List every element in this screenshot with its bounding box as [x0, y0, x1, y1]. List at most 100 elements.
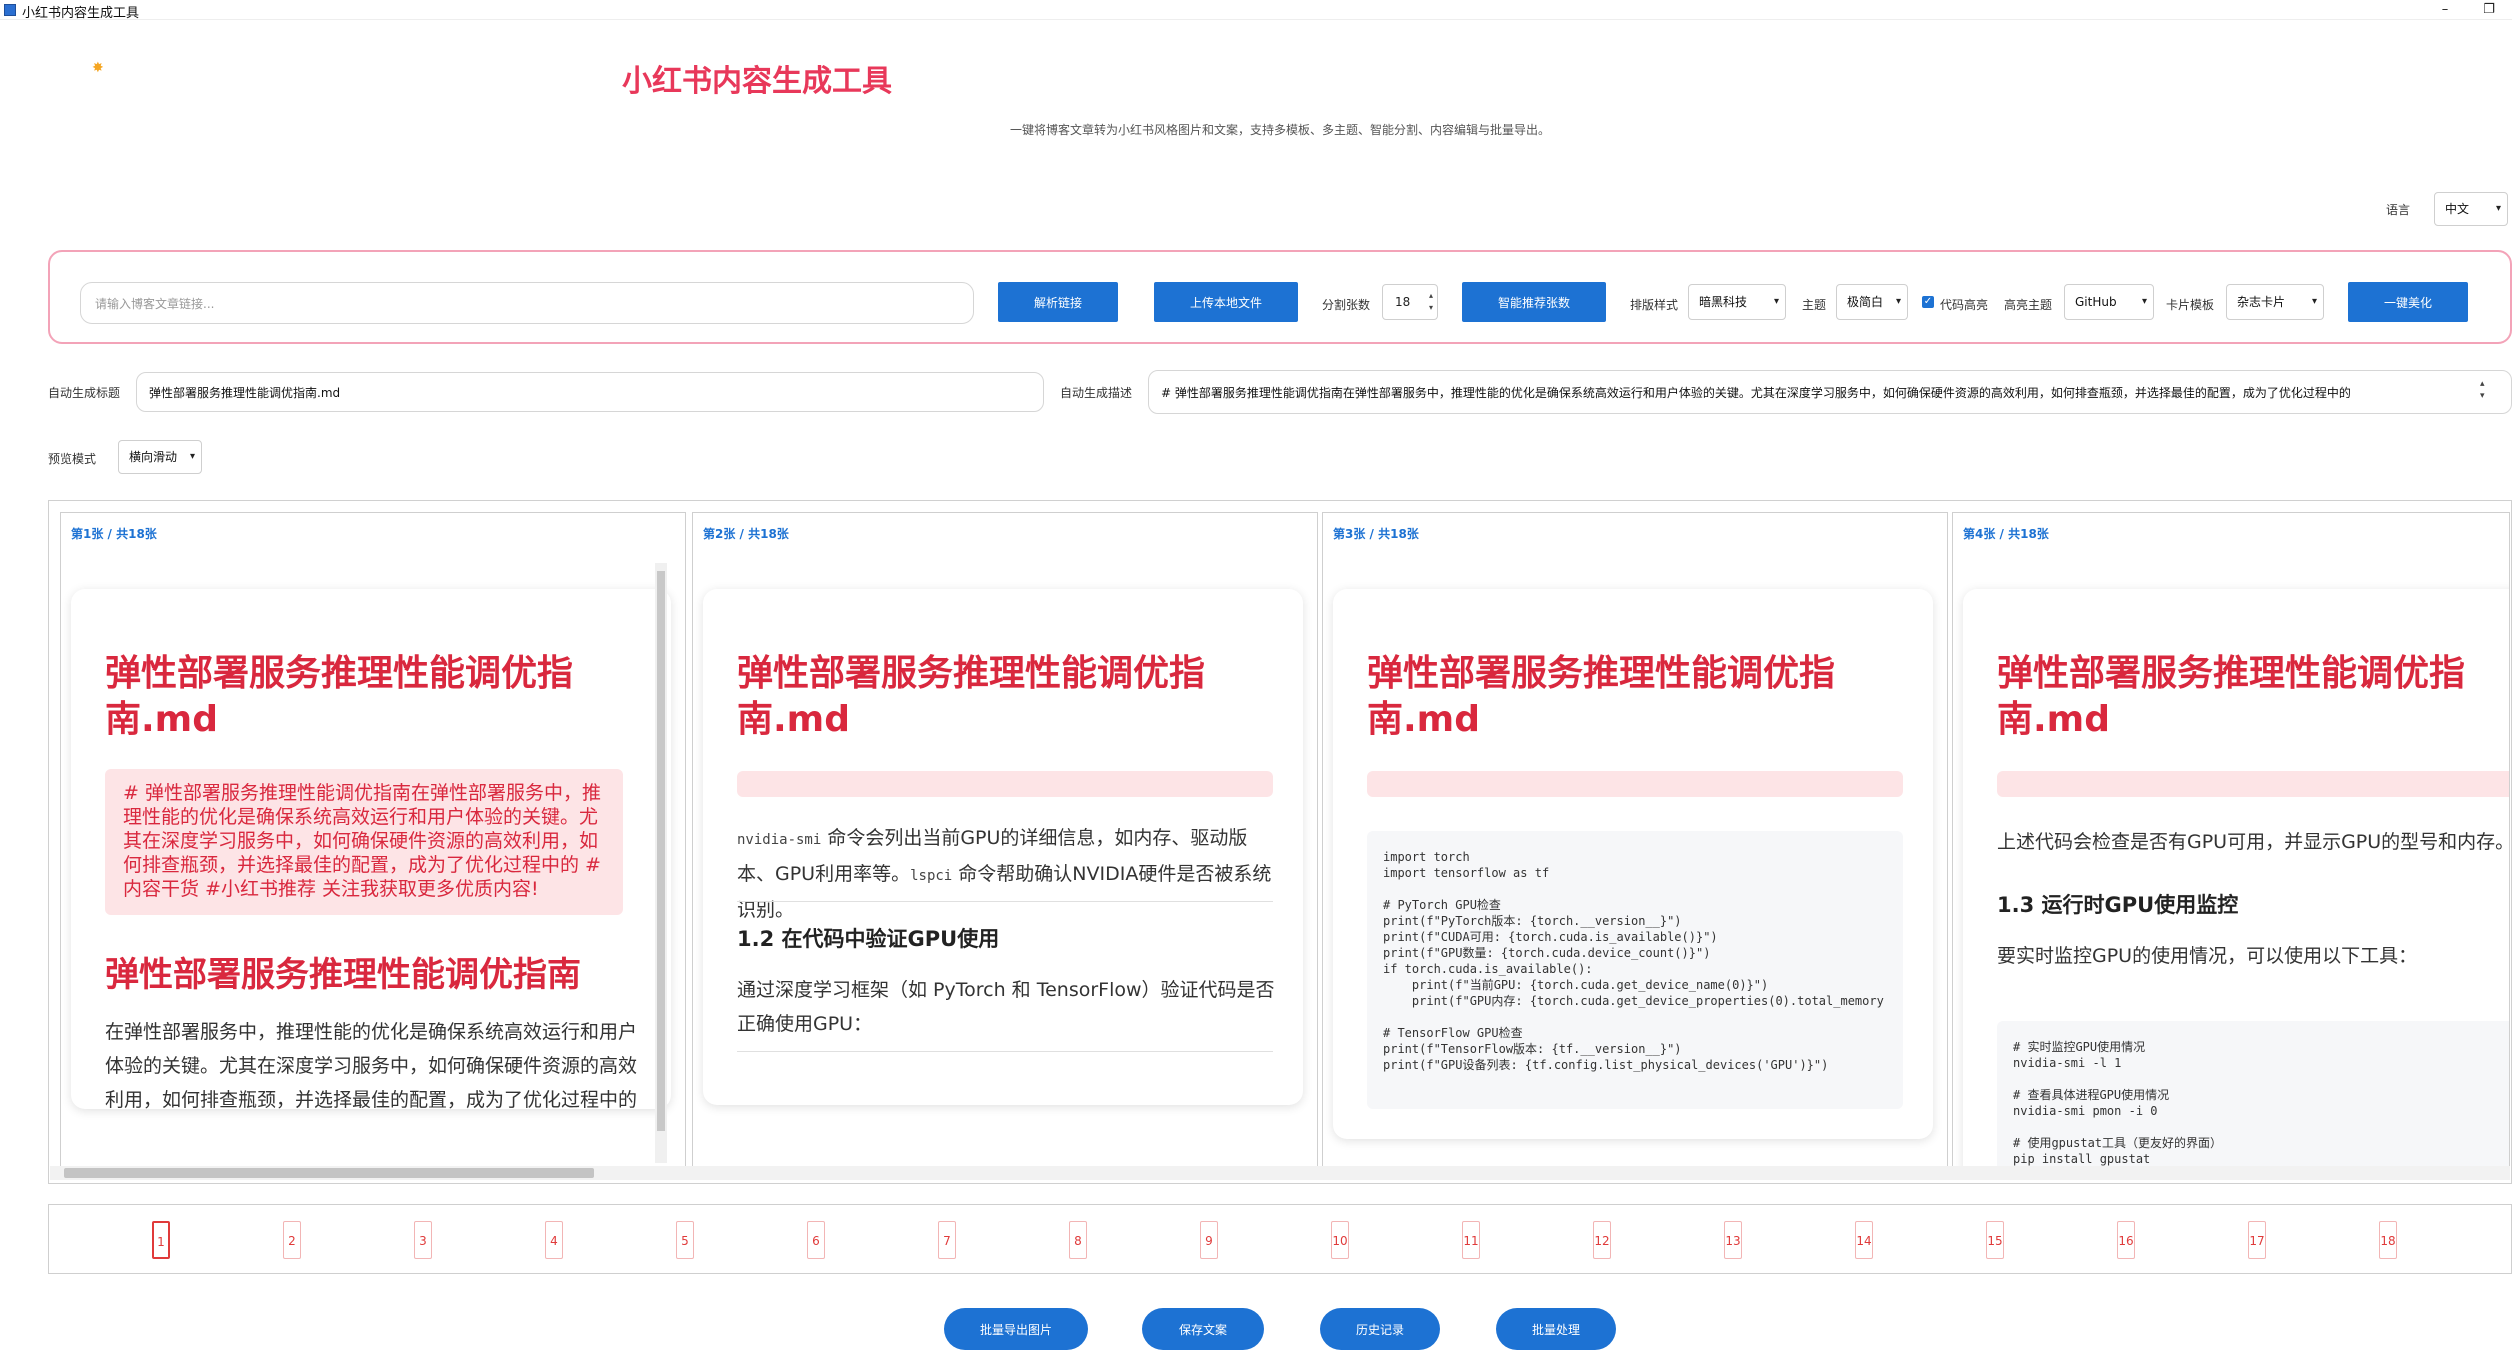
app-title: 小红书内容生成工具: [622, 64, 892, 99]
page-button-6[interactable]: 6: [807, 1221, 825, 1259]
language-value: 中文: [2445, 202, 2470, 216]
horizontal-scrollbar[interactable]: [50, 1166, 2510, 1180]
page-button-5[interactable]: 5: [676, 1221, 694, 1259]
code-highlight-checkbox[interactable]: ✓: [1922, 296, 1934, 308]
auto-title-value: 弹性部署服务推理性能调优指南.md: [149, 385, 341, 400]
preview-mode-label: 预览模式: [48, 452, 97, 466]
auto-desc-field[interactable]: # 弹性部署服务推理性能调优指南在弹性部署服务中，推理性能的优化是确保系统高效运…: [1148, 370, 2512, 414]
theme-value: 极简白: [1847, 295, 1884, 309]
card-heading: 弹性部署服务推理性能调优指南: [105, 955, 581, 995]
card-subheading: 1.3 运行时GPU使用监控: [1997, 893, 2239, 917]
window-titlebar: [0, 0, 2512, 20]
card-template-select[interactable]: 杂志卡片 ▾: [2226, 284, 2324, 320]
card-template-value: 杂志卡片: [2237, 295, 2286, 309]
preview-mode-select[interactable]: 横向滑动 ▾: [118, 440, 202, 474]
xhs-card: 弹性部署服务推理性能调优指南.md # 弹性部署服务推理性能调优指南在弹性部署服…: [71, 589, 671, 1109]
card-title: 弹性部署服务推理性能调优指南.md: [105, 653, 574, 740]
window-title: 小红书内容生成工具: [22, 6, 140, 21]
card-paragraph: nvidia-smi 命令会列出当前GPU的详细信息，如内存、驱动版本、GPU利…: [737, 821, 1277, 927]
language-label: 语言: [2386, 203, 2411, 217]
panel-index-label: 第4张 / 共18张: [1963, 527, 2049, 541]
language-select[interactable]: 中文 ▾: [2434, 192, 2508, 226]
preview-panel-3[interactable]: 第3张 / 共18张 弹性部署服务推理性能调优指南.md import torc…: [1322, 512, 1948, 1167]
panel-index-label: 第3张 / 共18张: [1333, 527, 1419, 541]
page-button-13[interactable]: 13: [1724, 1221, 1742, 1259]
panel-index-label: 第1张 / 共18张: [71, 527, 157, 541]
page-button-1[interactable]: 1: [152, 1221, 170, 1259]
card-quote-bar: [1367, 771, 1903, 797]
highlight-theme-select[interactable]: GitHub ▾: [2064, 284, 2154, 320]
page-button-3[interactable]: 3: [414, 1221, 432, 1259]
xhs-card: 弹性部署服务推理性能调优指南.md 上述代码会检查是否有GPU可用，并显示GPU…: [1963, 589, 2509, 1166]
auto-desc-value: # 弹性部署服务推理性能调优指南在弹性部署服务中，推理性能的优化是确保系统高效运…: [1161, 385, 2351, 400]
card-title: 弹性部署服务推理性能调优指南.md: [1367, 653, 1836, 740]
page-button-4[interactable]: 4: [545, 1221, 563, 1259]
preview-panel-1[interactable]: 第1张 / 共18张 弹性部署服务推理性能调优指南.md # 弹性部署服务推理性…: [60, 512, 686, 1167]
highlight-theme-label: 高亮主题: [2004, 298, 2053, 312]
url-placeholder: 请输入博客文章链接...: [95, 296, 215, 311]
page-button-17[interactable]: 17: [2248, 1221, 2266, 1259]
history-button[interactable]: 历史记录: [1320, 1308, 1440, 1350]
stepper-up-icon[interactable]: ▴: [1429, 291, 1433, 301]
beautify-button[interactable]: 一键美化: [2348, 282, 2468, 322]
xhs-card: 弹性部署服务推理性能调优指南.md import torch import te…: [1333, 589, 1933, 1139]
page-button-7[interactable]: 7: [938, 1221, 956, 1259]
page-button-16[interactable]: 16: [2117, 1221, 2135, 1259]
page-button-15[interactable]: 15: [1986, 1221, 2004, 1259]
card-quote-bar: [737, 771, 1273, 797]
layout-style-label: 排版样式: [1630, 298, 1679, 312]
auto-title-field[interactable]: 弹性部署服务推理性能调优指南.md: [136, 372, 1044, 412]
page-button-11[interactable]: 11: [1462, 1221, 1480, 1259]
card-quote-bar: [1997, 771, 2509, 797]
logo-icon: ✸: [92, 60, 104, 76]
save-copy-button[interactable]: 保存文案: [1142, 1308, 1264, 1350]
chevron-down-icon: ▾: [2141, 296, 2147, 307]
desc-stepper-icon[interactable]: ▴ ▾: [2480, 378, 2485, 402]
page-button-9[interactable]: 9: [1200, 1221, 1218, 1259]
highlight-theme-value: GitHub: [2075, 295, 2117, 309]
layout-style-select[interactable]: 暗黑科技 ▾: [1688, 284, 1786, 320]
card-title: 弹性部署服务推理性能调优指南.md: [737, 653, 1206, 740]
chevron-down-icon: ▾: [2495, 203, 2501, 214]
divider: [737, 901, 1273, 902]
panel-scrollbar[interactable]: [655, 563, 667, 1163]
code-highlight-label: 代码高亮: [1940, 298, 1989, 312]
chevron-down-icon: ▾: [1773, 296, 1779, 307]
stepper-down-icon[interactable]: ▾: [1429, 303, 1433, 313]
scrollbar-thumb[interactable]: [64, 1168, 594, 1178]
batch-process-button[interactable]: 批量处理: [1496, 1308, 1616, 1350]
code-block: import torch import tensorflow as tf # P…: [1367, 831, 1903, 1109]
layout-style-value: 暗黑科技: [1699, 295, 1748, 309]
scrollbar-thumb[interactable]: [657, 571, 665, 1131]
divider: [737, 1051, 1273, 1052]
card-template-label: 卡片模板: [2166, 298, 2215, 312]
page-button-18[interactable]: 18: [2379, 1221, 2397, 1259]
page-button-14[interactable]: 14: [1855, 1221, 1873, 1259]
card-title: 弹性部署服务推理性能调优指南.md: [1997, 653, 2466, 740]
code-block: # 实时监控GPU使用情况 nvidia-smi -l 1 # 查看具体进程GP…: [1997, 1021, 2509, 1166]
page-button-2[interactable]: 2: [283, 1221, 301, 1259]
app-window-icon: [4, 4, 16, 16]
page-button-12[interactable]: 12: [1593, 1221, 1611, 1259]
upload-file-button[interactable]: 上传本地文件: [1154, 282, 1298, 322]
chevron-down-icon: ▾: [1895, 296, 1901, 307]
page-button-8[interactable]: 8: [1069, 1221, 1087, 1259]
auto-title-label: 自动生成标题: [48, 386, 121, 400]
minimize-button[interactable]: –: [2422, 0, 2468, 20]
theme-label: 主题: [1802, 298, 1827, 312]
split-count-stepper[interactable]: 18 ▴ ▾: [1382, 284, 1438, 320]
url-input[interactable]: 请输入博客文章链接...: [80, 282, 974, 324]
card-paragraph: 要实时监控GPU的使用情况，可以使用以下工具：: [1997, 945, 2418, 967]
theme-select[interactable]: 极简白 ▾: [1836, 284, 1908, 320]
card-quote: # 弹性部署服务推理性能调优指南在弹性部署服务中，推理性能的优化是确保系统高效运…: [105, 769, 623, 915]
auto-desc-label: 自动生成描述: [1060, 386, 1133, 400]
preview-panel-4[interactable]: 第4张 / 共18张 弹性部署服务推理性能调优指南.md 上述代码会检查是否有G…: [1952, 512, 2510, 1167]
page-button-10[interactable]: 10: [1331, 1221, 1349, 1259]
parse-link-button[interactable]: 解析链接: [998, 282, 1118, 322]
export-images-button[interactable]: 批量导出图片: [944, 1308, 1088, 1350]
preview-panel-2[interactable]: 第2张 / 共18张 弹性部署服务推理性能调优指南.md nvidia-smi …: [692, 512, 1318, 1167]
card-subheading: 1.2 在代码中验证GPU使用: [737, 927, 1000, 951]
split-count-value: 18: [1395, 295, 1411, 309]
smart-recommend-button[interactable]: 智能推荐张数: [1462, 282, 1606, 322]
restore-button[interactable]: ❐: [2466, 0, 2512, 20]
